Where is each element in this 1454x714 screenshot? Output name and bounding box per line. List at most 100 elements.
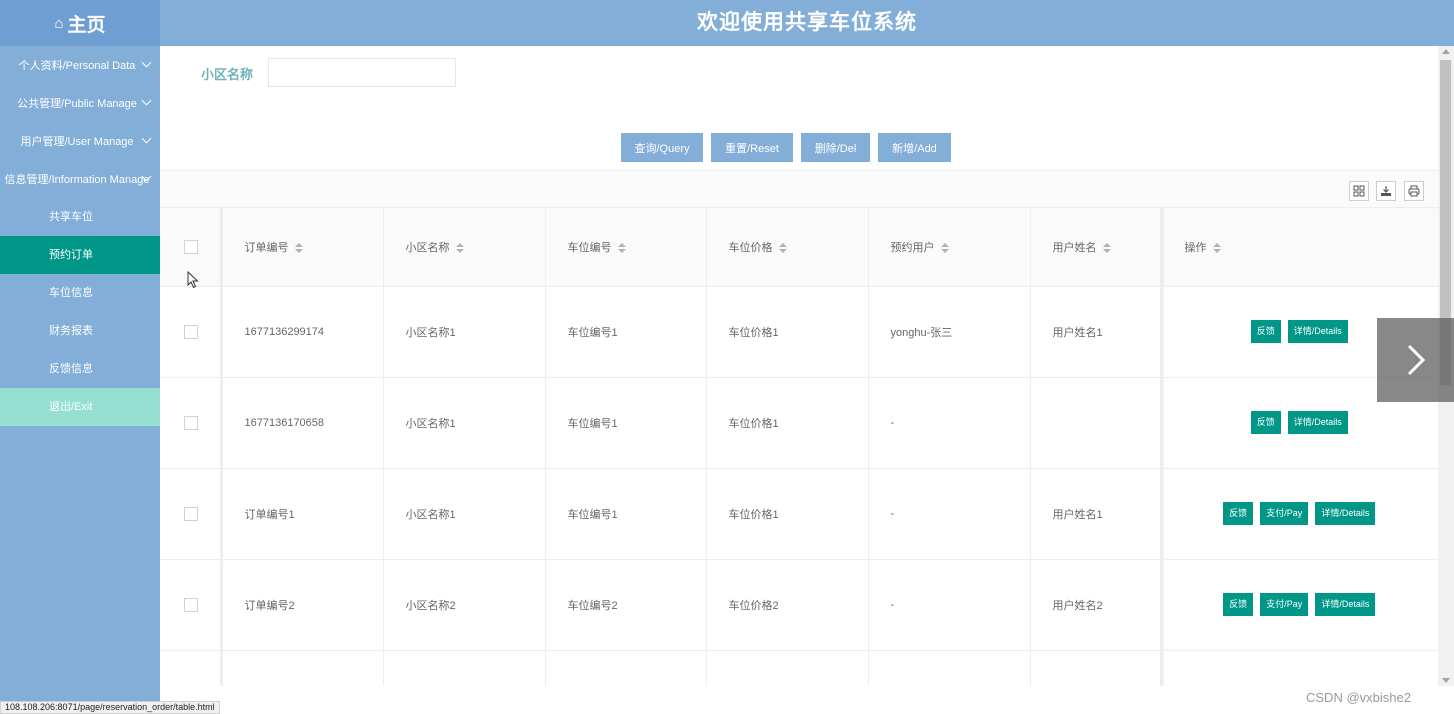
chevron-down-icon — [141, 57, 152, 68]
row-checkbox[interactable] — [183, 506, 198, 521]
menu-group-personal-data[interactable]: 个人资料/Personal Data — [0, 46, 160, 84]
scroll-down-icon[interactable] — [1442, 678, 1450, 683]
sidebar-item-shared-space[interactable]: 共享车位 — [0, 198, 160, 236]
cell-space-no: 车位编号1 — [545, 468, 707, 560]
table-row: 1677136299174 小区名称1 车位编号1 车位价格1 yonghu-张… — [160, 286, 1438, 378]
cell-price: 车位价格1 — [706, 468, 869, 560]
column-header-actions[interactable]: 操作 — [1160, 208, 1438, 287]
add-button[interactable]: 新增/Add — [878, 133, 951, 162]
table-row: 1677136170658 小区名称1 车位编号1 车位价格1 - 反馈 详情/… — [160, 377, 1438, 469]
row-checkbox[interactable] — [183, 324, 198, 339]
column-header-user-name[interactable]: 用户姓名 — [1030, 208, 1161, 287]
row-checkbox[interactable] — [183, 415, 198, 430]
mouse-cursor-icon — [187, 271, 199, 289]
next-page-button[interactable] — [1377, 318, 1454, 402]
app-window: ⌂ 主页 欢迎使用共享车位系统 个人资料/Personal Data 公共管理/… — [0, 0, 1454, 714]
scroll-up-icon[interactable] — [1442, 49, 1450, 54]
search-label: 小区名称 — [201, 67, 254, 82]
cell-reserve-user: yonghu-张三 — [868, 286, 1031, 378]
feedback-button[interactable]: 反馈 — [1250, 320, 1281, 343]
home-icon: ⌂ — [54, 14, 64, 32]
sort-icon — [1212, 242, 1221, 253]
sort-icon — [1102, 242, 1111, 253]
columns-icon — [1353, 185, 1365, 197]
column-header-reserve-user[interactable]: 预约用户 — [868, 208, 1031, 287]
sidebar-item-financial-report[interactable]: 财务报表 — [0, 312, 160, 350]
sidebar-item-space-info[interactable]: 车位信息 — [0, 274, 160, 312]
home-label: 主页 — [67, 14, 106, 36]
sort-icon — [778, 242, 787, 253]
home-link[interactable]: ⌂ 主页 — [0, 0, 160, 46]
column-header-community[interactable]: 小区名称 — [383, 208, 546, 287]
feedback-button[interactable]: 反馈 — [1223, 593, 1254, 616]
cell-community: 小区名称1 — [383, 377, 546, 469]
cell-space-no: 车位编号2 — [545, 559, 707, 651]
query-button[interactable]: 查询/Query — [621, 133, 703, 162]
sidebar-item-feedback-info[interactable]: 反馈信息 — [0, 350, 160, 388]
row-select-cell — [160, 468, 223, 560]
cell-space-no: 车位编号1 — [545, 377, 707, 469]
cell-reserve-user: - — [868, 559, 1031, 651]
cell-community: 小区名称1 — [383, 468, 546, 560]
columns-button[interactable] — [1349, 181, 1369, 201]
chevron-right-icon — [1407, 344, 1425, 376]
cell-space-no: 车位编号1 — [545, 286, 707, 378]
app-title: 欢迎使用共享车位系统 — [697, 11, 917, 34]
column-header-space-no[interactable]: 车位编号 — [545, 208, 707, 287]
cell-community: 小区名称1 — [383, 286, 546, 378]
details-button[interactable]: 详情/Details — [1287, 320, 1348, 343]
column-header-order-no[interactable]: 订单编号 — [222, 208, 384, 287]
cell-user-name: 用户姓名2 — [1030, 559, 1161, 651]
cell-order-no: 订单编号2 — [222, 559, 384, 651]
community-search-input[interactable] — [268, 58, 456, 87]
menu-group-user-manage[interactable]: 用户管理/User Manage — [0, 122, 160, 160]
details-button[interactable]: 详情/Details — [1287, 411, 1348, 434]
sort-icon — [294, 242, 303, 253]
cell-actions: 反馈 支付/Pay 详情/Details — [1160, 559, 1438, 651]
cell-order-no: 1677136170658 — [222, 377, 384, 469]
export-button[interactable] — [1376, 181, 1396, 201]
row-select-cell — [160, 377, 223, 469]
cell-order-no: 1677136299174 — [222, 286, 384, 378]
cell-reserve-user: - — [868, 468, 1031, 560]
select-all-checkbox[interactable] — [183, 239, 198, 254]
row-select-cell — [160, 559, 223, 651]
sort-icon — [455, 242, 464, 253]
sidebar: 个人资料/Personal Data 公共管理/Public Manage 用户… — [0, 46, 160, 714]
watermark: CSDN @vxbishe2 — [1306, 690, 1411, 705]
cell-price: 车位价格2 — [706, 559, 869, 651]
chevron-down-icon — [141, 133, 152, 144]
table-row-partial — [160, 650, 1438, 686]
row-select-cell — [160, 286, 223, 378]
table-row: 订单编号1 小区名称1 车位编号1 车位价格1 - 用户姓名1 反馈 支付/Pa… — [160, 468, 1438, 560]
sidebar-item-reservation-order[interactable]: 预约订单 — [0, 236, 160, 274]
feedback-button[interactable]: 反馈 — [1223, 502, 1254, 525]
cell-price: 车位价格1 — [706, 377, 869, 469]
menu-group-public-manage[interactable]: 公共管理/Public Manage — [0, 84, 160, 122]
menu-group-label: 信息管理/Information Manage — [4, 174, 150, 186]
reset-button[interactable]: 重置/Reset — [711, 133, 793, 162]
menu-group-information-manage[interactable]: 信息管理/Information Manage — [0, 160, 160, 198]
menu-group-label: 个人资料/Personal Data — [18, 60, 136, 72]
feedback-button[interactable]: 反馈 — [1250, 411, 1281, 434]
pay-button[interactable]: 支付/Pay — [1260, 593, 1309, 616]
row-checkbox[interactable] — [183, 597, 198, 612]
reservation-order-table: 订单编号 小区名称 车位编号 车位价格 预约用户 用户姓名 操作 1677136… — [160, 208, 1438, 686]
table-toolbar — [160, 170, 1438, 208]
action-button-row: 查询/Query 重置/Reset 删除/Del 新增/Add — [621, 133, 951, 162]
main-content: 小区名称 查询/Query 重置/Reset 删除/Del 新增/Add 订单编… — [160, 46, 1438, 686]
chevron-down-icon — [141, 95, 152, 106]
cell-user-name: 用户姓名1 — [1030, 468, 1161, 560]
column-header-price[interactable]: 车位价格 — [706, 208, 869, 287]
exit-button[interactable]: 退出/Exit — [0, 388, 160, 426]
export-icon — [1381, 186, 1391, 196]
pay-button[interactable]: 支付/Pay — [1260, 502, 1309, 525]
print-button[interactable] — [1404, 181, 1424, 201]
delete-button[interactable]: 删除/Del — [801, 133, 870, 162]
top-header: ⌂ 主页 欢迎使用共享车位系统 — [0, 0, 1454, 46]
details-button[interactable]: 详情/Details — [1315, 502, 1376, 525]
cell-actions: 反馈 支付/Pay 详情/Details — [1160, 468, 1438, 560]
details-button[interactable]: 详情/Details — [1315, 593, 1376, 616]
sort-icon — [617, 242, 626, 253]
cell-reserve-user: - — [868, 377, 1031, 469]
